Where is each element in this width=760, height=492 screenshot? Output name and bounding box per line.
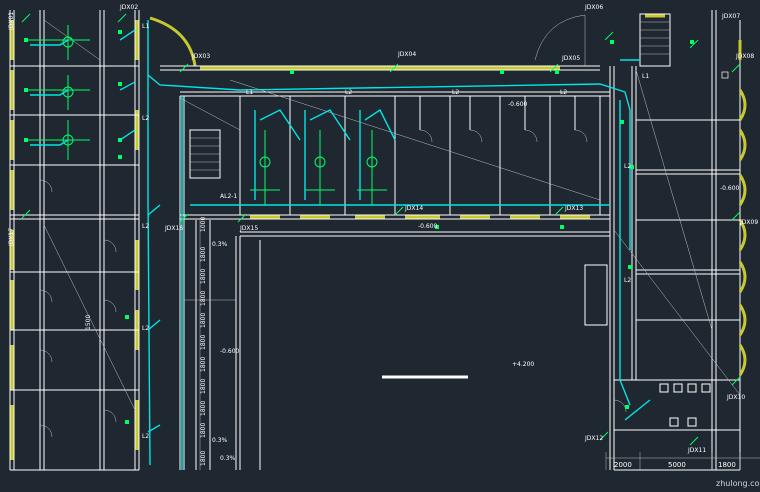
label-l2c: L2 bbox=[452, 89, 459, 96]
slope-3: 0.3% bbox=[220, 455, 236, 462]
label-jdx03: JDX03 bbox=[191, 53, 210, 60]
label-jdx16: JDX16 bbox=[164, 225, 183, 232]
elevation-labels: -0.600 -0.600 -0.600 +4.200 -0.600 bbox=[220, 101, 740, 368]
elevation-4: +4.200 bbox=[512, 361, 534, 368]
label-jdx04: JDX04 bbox=[397, 51, 416, 58]
label-l2f: L2 bbox=[142, 325, 149, 332]
bottom-dim-2: 5000 bbox=[668, 461, 686, 469]
dim-col-6: 1800 bbox=[200, 357, 207, 372]
label-jdx07: JDX07 bbox=[721, 13, 740, 20]
label-jdx06: JDX06 bbox=[584, 4, 603, 11]
middle-corridor bbox=[179, 96, 241, 470]
dim-col-10: 1800 bbox=[200, 451, 207, 466]
label-jdx09: JDX09 bbox=[739, 219, 758, 226]
slope-1: 0.3% bbox=[212, 241, 228, 248]
left-wing bbox=[9, 10, 197, 471]
floor-plan-drawing: JDX01 JDX02 JDX03 JDX04 JDX05 JDX06 JDX0… bbox=[8, 4, 760, 488]
right-wing-fixtures bbox=[610, 40, 729, 409]
label-jdx01: JDX01 bbox=[8, 12, 15, 31]
dimension-column-labels: 1000 1800 1800 1800 1800 1800 1800 1800 … bbox=[200, 217, 207, 466]
top-corridor bbox=[160, 65, 610, 237]
label-l2i: L2 bbox=[624, 277, 631, 284]
room-labels: JDX01 JDX02 JDX03 JDX04 JDX05 JDX06 JDX0… bbox=[8, 4, 758, 454]
dim-col-9: 1800 bbox=[200, 423, 207, 438]
label-jdx05: JDX05 bbox=[561, 55, 580, 62]
dim-col-1: 1800 bbox=[200, 247, 207, 262]
label-jdx14: JDX14 bbox=[404, 205, 423, 212]
bottom-dim-3: 1800 bbox=[718, 461, 736, 469]
label-jdx12: JDX12 bbox=[584, 435, 603, 442]
panel-label: AL2-1 bbox=[220, 193, 237, 200]
label-jdx15: JDX15 bbox=[239, 225, 258, 232]
label-l2d: L2 bbox=[560, 89, 567, 96]
courtyard bbox=[259, 240, 468, 470]
label-jdx02: JDX02 bbox=[119, 4, 138, 11]
drainage-pipes bbox=[30, 20, 651, 470]
label-l1a: L1 bbox=[142, 23, 149, 30]
label-jdx11: JDX11 bbox=[687, 447, 706, 454]
dim-col-3: 1800 bbox=[200, 291, 207, 306]
cad-floor-plan: JDX01 JDX02 JDX03 JDX04 JDX05 JDX06 JDX0… bbox=[0, 0, 760, 492]
dim-col-7: 1800 bbox=[200, 379, 207, 394]
watermark: zhulong.com bbox=[716, 479, 760, 488]
label-jdx08: JDX08 bbox=[735, 53, 754, 60]
slope-2: 0.3% bbox=[212, 437, 228, 444]
label-l2e: L2 bbox=[142, 223, 149, 230]
label-jdx13: JDX13 bbox=[564, 205, 583, 212]
label-l1b: L1 bbox=[246, 89, 253, 96]
label-jdx17: JDX17 bbox=[8, 228, 15, 247]
dimension-lines bbox=[199, 220, 760, 470]
label-l1c: L1 bbox=[642, 73, 649, 80]
side-dimension: 1500 bbox=[85, 315, 92, 330]
bottom-dimension-labels: 2000 5000 1800 bbox=[614, 461, 736, 469]
label-l2g: L2 bbox=[142, 433, 149, 440]
elevation-5: -0.600 bbox=[418, 223, 438, 230]
label-jdx10: JDX10 bbox=[726, 394, 745, 401]
elevation-1: -0.600 bbox=[508, 101, 528, 108]
label-l2b: L2 bbox=[345, 89, 352, 96]
dim-col-4: 1800 bbox=[200, 313, 207, 328]
label-l2a: L2 bbox=[142, 115, 149, 122]
label-l2h: L2 bbox=[624, 163, 631, 170]
dim-col-5: 1800 bbox=[200, 335, 207, 350]
dim-col-2: 1800 bbox=[200, 269, 207, 284]
elevation-3: -0.600 bbox=[720, 185, 740, 192]
bottom-dim-1: 2000 bbox=[614, 461, 632, 469]
elevation-2: -0.600 bbox=[220, 348, 240, 355]
right-wing bbox=[534, 10, 747, 471]
dim-col-8: 1800 bbox=[200, 401, 207, 416]
dim-col-0: 1000 bbox=[200, 217, 207, 232]
